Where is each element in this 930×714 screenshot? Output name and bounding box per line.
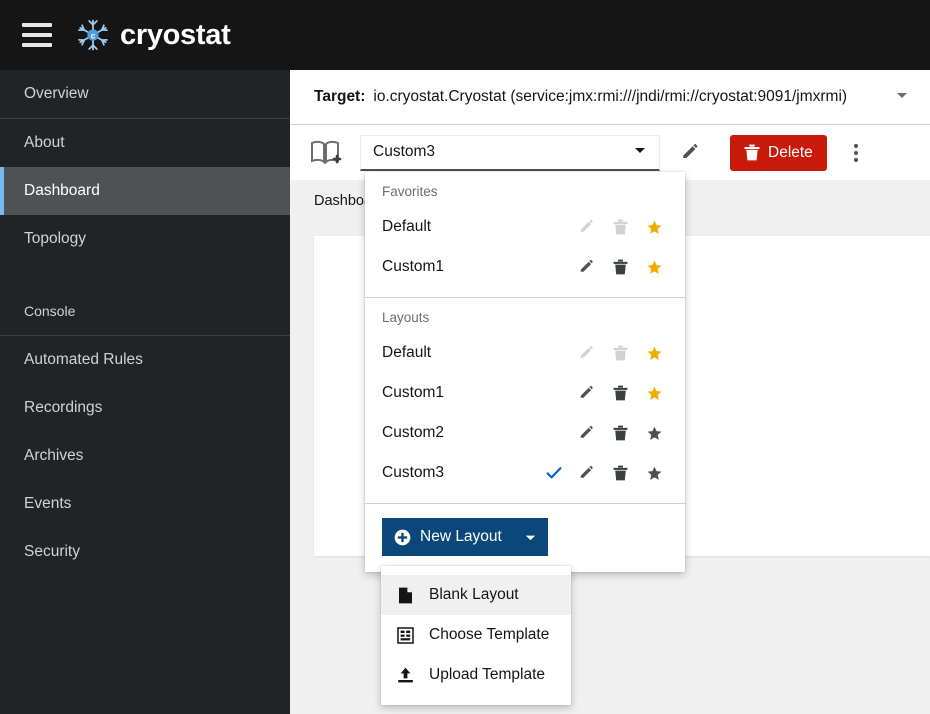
layout-name: Default <box>382 344 432 361</box>
sidebar-item-about[interactable]: About <box>0 119 290 167</box>
brand-name: cryostat <box>120 18 231 51</box>
sidebar-item-label: Dashboard <box>24 182 100 199</box>
layout-dropdown-panel: Favorites Default Custom1 Layouts Defaul… <box>365 172 685 572</box>
layout-select-toggle[interactable]: Custom3 <box>360 134 660 171</box>
delete-button[interactable]: Delete <box>730 134 827 171</box>
brand[interactable]: c cryostat <box>76 18 231 52</box>
sidebar-item-automated-rules[interactable]: Automated Rules <box>0 336 290 384</box>
trash-icon <box>603 219 637 235</box>
new-layout-split-button: New Layout <box>382 518 548 556</box>
trash-icon[interactable] <box>603 259 637 275</box>
chevron-down-icon <box>633 143 647 162</box>
menu-item-label: Choose Template <box>429 626 550 643</box>
sidebar-item-label: Automated Rules <box>24 351 143 368</box>
pencil-icon[interactable] <box>569 465 603 482</box>
layout-select[interactable]: Custom3 <box>360 134 660 171</box>
layout-name: Custom3 <box>382 464 445 481</box>
sidebar-item-label: Topology <box>24 230 87 247</box>
layout-name: Custom1 <box>382 384 445 401</box>
pencil-icon[interactable] <box>569 259 603 276</box>
pencil-icon <box>683 143 698 158</box>
sidebar-item-overview[interactable]: Overview <box>0 70 290 118</box>
target-bar[interactable]: Target: io.cryostat.Cryostat (service:jm… <box>290 70 930 125</box>
target-label: Target: <box>314 88 366 105</box>
layout-item-custom2[interactable]: Custom2 <box>365 413 685 453</box>
chevron-down-icon <box>526 535 536 540</box>
sidebar-item-events[interactable]: Events <box>0 480 290 528</box>
new-layout-toggle[interactable] <box>513 518 548 556</box>
star-icon[interactable] <box>637 346 671 361</box>
star-icon[interactable] <box>637 466 671 481</box>
sidebar-item-label: Archives <box>24 447 84 464</box>
layout-name: Custom2 <box>382 424 445 441</box>
masthead: c cryostat <box>0 0 930 70</box>
sidebar-item-recordings[interactable]: Recordings <box>0 384 290 432</box>
layout-name: Default <box>382 218 432 235</box>
template-icon <box>395 626 415 644</box>
menu-item-blank-layout[interactable]: Blank Layout <box>381 575 571 615</box>
star-icon[interactable] <box>637 260 671 275</box>
sidebar-item-label: Security <box>24 543 80 560</box>
book-add-icon[interactable] <box>308 136 342 170</box>
kebab-menu-icon[interactable] <box>845 135 867 171</box>
trash-icon <box>744 144 760 161</box>
sidebar-group-console: Console <box>0 287 290 335</box>
svg-text:c: c <box>91 32 96 41</box>
new-layout-label: New Layout <box>420 528 502 545</box>
sidebar-item-label: Overview <box>24 85 89 102</box>
favorites-group-title: Favorites <box>382 184 438 199</box>
new-layout-dropdown: Blank Layout Choose Template Upload Temp… <box>381 566 571 705</box>
file-icon <box>395 587 415 604</box>
layouts-group-title: Layouts <box>382 310 430 325</box>
layout-select-value: Custom3 <box>373 143 436 160</box>
sidebar-item-archives[interactable]: Archives <box>0 432 290 480</box>
layout-item-default[interactable]: Default <box>365 333 685 373</box>
trash-icon[interactable] <box>603 465 637 481</box>
sidebar-group-label: Console <box>24 303 76 319</box>
layout-item-custom3[interactable]: Custom3 <box>365 453 685 493</box>
trash-icon[interactable] <box>603 425 637 441</box>
sidebar-item-security[interactable]: Security <box>0 528 290 576</box>
layout-name: Custom1 <box>382 258 445 275</box>
pencil-icon[interactable] <box>569 385 603 402</box>
pencil-icon <box>569 219 603 236</box>
sidebar-item-label: Recordings <box>24 399 103 416</box>
layout-item-custom1[interactable]: Custom1 <box>365 373 685 413</box>
layout-menu-footer: New Layout <box>365 503 685 572</box>
hamburger-icon[interactable] <box>22 23 52 47</box>
plus-circle-icon <box>394 529 411 545</box>
trash-icon[interactable] <box>603 385 637 401</box>
check-icon <box>539 465 569 481</box>
trash-icon <box>603 345 637 361</box>
delete-button-label: Delete <box>768 143 813 161</box>
sidebar-item-label: About <box>24 134 65 151</box>
app-root: c cryostat Overview About Dashboard Topo… <box>0 0 930 714</box>
star-icon[interactable] <box>637 426 671 441</box>
target-value: io.cryostat.Cryostat (service:jmx:rmi://… <box>373 88 848 105</box>
menu-item-choose-template[interactable]: Choose Template <box>381 615 571 655</box>
star-icon[interactable] <box>637 220 671 235</box>
sidebar-item-dashboard[interactable]: Dashboard <box>0 167 290 215</box>
sidebar: Overview About Dashboard Topology Consol… <box>0 70 290 714</box>
sidebar-item-label: Events <box>24 495 72 512</box>
upload-icon <box>395 667 415 684</box>
snowflake-logo-icon: c <box>78 19 108 51</box>
menu-item-label: Upload Template <box>429 666 546 683</box>
pencil-icon <box>569 345 603 362</box>
chevron-down-icon[interactable] <box>894 87 910 108</box>
menu-item-upload-template[interactable]: Upload Template <box>381 655 571 695</box>
favorite-item-default[interactable]: Default <box>365 207 685 247</box>
sidebar-item-topology[interactable]: Topology <box>0 215 290 263</box>
favorite-item-custom1[interactable]: Custom1 <box>365 247 685 287</box>
new-layout-button[interactable]: New Layout <box>382 518 514 556</box>
menu-item-label: Blank Layout <box>429 586 519 603</box>
star-icon[interactable] <box>637 386 671 401</box>
rename-layout-button[interactable] <box>672 135 708 171</box>
pencil-icon[interactable] <box>569 425 603 442</box>
